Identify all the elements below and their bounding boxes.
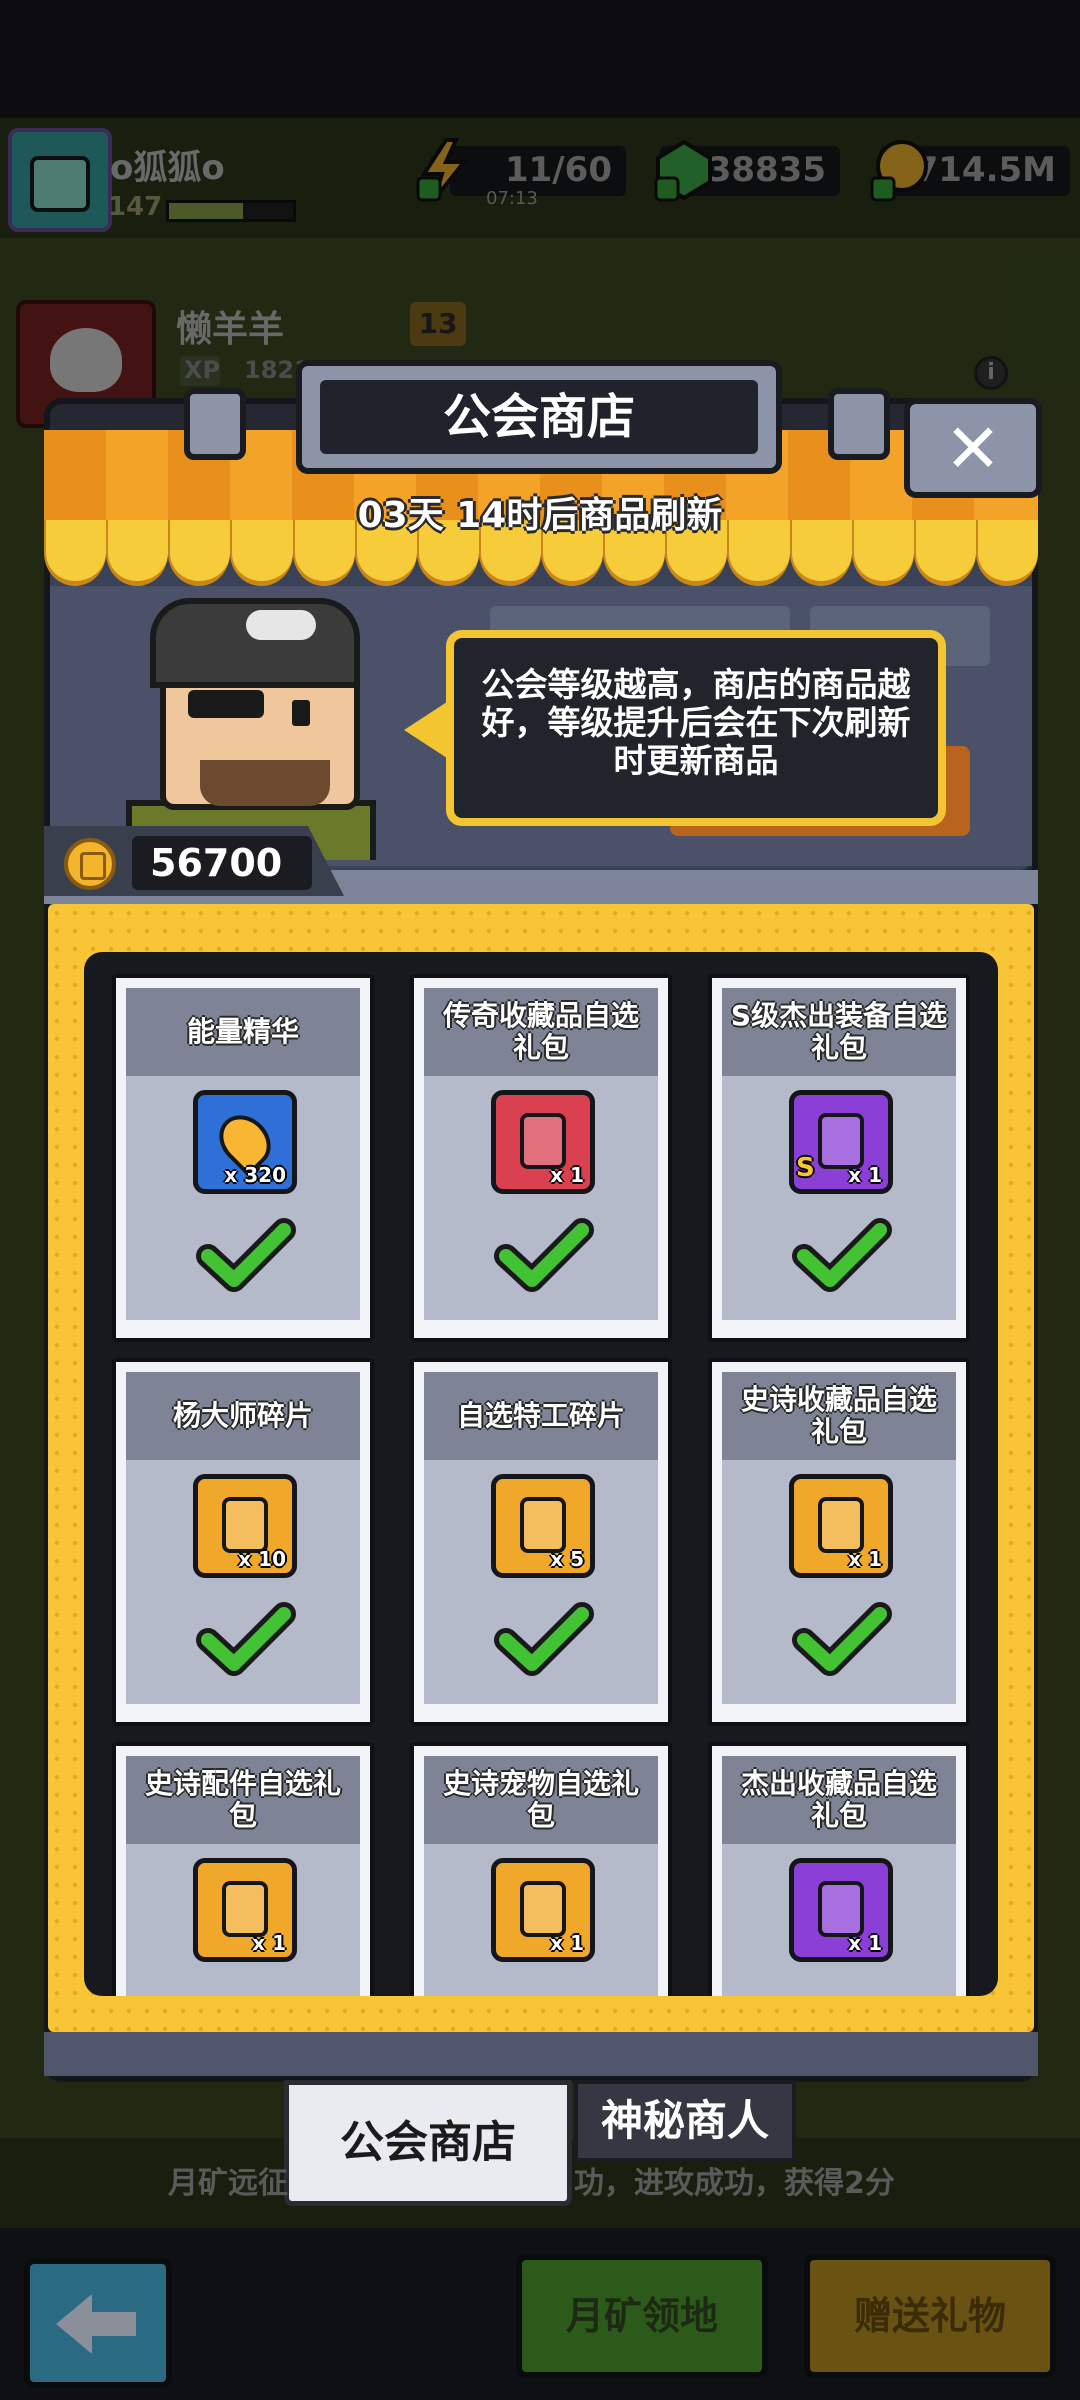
shop-item-card[interactable]: 杰出收藏品自选礼包 x 1 [708, 1742, 970, 1996]
gold-chest-icon: x 1 [789, 1474, 893, 1578]
purchased-check-icon [792, 1602, 892, 1676]
item-body: x 1 [126, 1844, 360, 1996]
item-name: 传奇收藏品自选礼包 [424, 988, 658, 1076]
shop-title-plate: 公会商店 [296, 360, 782, 474]
purchased-check-icon [196, 1602, 296, 1676]
sign-hook-left [184, 388, 246, 460]
status-bar-area [0, 0, 1080, 118]
item-name: 史诗配件自选礼包 [126, 1756, 360, 1844]
item-grid[interactable]: 能量精华 x 320 传奇收藏品自选礼包 x 1 S级杰出装备自选礼包 Sx 1 杨大师碎片… [84, 952, 998, 1996]
item-name: 史诗宠物自选礼包 [424, 1756, 658, 1844]
shop-title: 公会商店 [320, 380, 758, 454]
item-name: 杰出收藏品自选礼包 [722, 1756, 956, 1844]
npc-speech-bubble: 公会等级越高，商店的商品越好，等级提升后会在下次刷新时更新商品 [446, 630, 946, 826]
item-name: 自选特工碎片 [424, 1372, 658, 1460]
item-body: x 1 [424, 1076, 658, 1320]
item-name: S级杰出装备自选礼包 [722, 988, 956, 1076]
coin-balance: 56700 [132, 836, 312, 890]
item-quantity: x 320 [224, 1163, 286, 1187]
npc-hair [150, 598, 360, 688]
ticker-right: 功，进攻成功，获得2分 [574, 2166, 895, 2201]
item-quantity: x 1 [550, 1163, 584, 1187]
close-button[interactable]: ✕ [904, 398, 1042, 498]
purple-chest-icon: x 1 [789, 1858, 893, 1962]
gold-chest-icon: x 1 [491, 1858, 595, 1962]
npc-beard [200, 760, 330, 806]
shop-item-card[interactable]: 杨大师碎片 x 10 [112, 1358, 374, 1726]
moon-mine-button[interactable]: 月矿领地 [516, 2254, 768, 2378]
shop-item-card[interactable]: 史诗配件自选礼包 x 1 [112, 1742, 374, 1996]
item-quantity: x 10 [238, 1547, 286, 1571]
npc-eye [292, 700, 310, 726]
npc-message: 公会等级越高，商店的商品越好，等级提升后会在下次刷新时更新商品 [481, 665, 911, 780]
item-name: 杨大师碎片 [126, 1372, 360, 1460]
speech-bubble-tail [404, 700, 450, 760]
item-body: Sx 1 [722, 1076, 956, 1320]
gold-chest-icon: x 1 [193, 1858, 297, 1962]
event-ticker: 月矿远征 功，进攻成功，获得2分 [0, 2150, 1080, 2206]
item-quantity: x 5 [550, 1547, 584, 1571]
guild-coin-icon [64, 838, 116, 890]
panel-footer [44, 2032, 1038, 2076]
purple-chest-icon: Sx 1 [789, 1090, 893, 1194]
item-body: x 10 [126, 1460, 360, 1704]
item-name: 能量精华 [126, 988, 360, 1076]
refresh-countdown: 03天 14时后商品刷新 [357, 495, 723, 536]
shop-item-card[interactable]: 史诗收藏品自选礼包 x 1 [708, 1358, 970, 1726]
item-quantity: x 1 [848, 1163, 882, 1187]
item-quantity: x 1 [848, 1547, 882, 1571]
item-name: 史诗收藏品自选礼包 [722, 1372, 956, 1460]
item-body: x 1 [722, 1844, 956, 1996]
shop-item-card[interactable]: 传奇收藏品自选礼包 x 1 [410, 974, 672, 1342]
back-arrow-icon [56, 2294, 136, 2354]
energy-flame-icon: x 320 [193, 1090, 297, 1194]
shop-item-card[interactable]: S级杰出装备自选礼包 Sx 1 [708, 974, 970, 1342]
item-quantity: x 1 [252, 1931, 286, 1955]
item-body: x 1 [722, 1460, 956, 1704]
shop-item-card[interactable]: 自选特工碎片 x 5 [410, 1358, 672, 1726]
ticker-left: 月矿远征 [168, 2166, 288, 2201]
item-quantity: x 1 [550, 1931, 584, 1955]
item-body: x 1 [424, 1844, 658, 1996]
npc-eyepatch [188, 690, 264, 718]
close-icon: ✕ [944, 410, 1002, 489]
shop-item-card[interactable]: 能量精华 x 320 [112, 974, 374, 1342]
send-gift-button[interactable]: 赠送礼物 [804, 2254, 1056, 2378]
back-button[interactable] [24, 2258, 172, 2388]
item-body: x 5 [424, 1460, 658, 1704]
red-chest-icon: x 1 [491, 1090, 595, 1194]
purchased-check-icon [494, 1602, 594, 1676]
sign-hook-right [828, 388, 890, 460]
item-quantity: x 1 [848, 1931, 882, 1955]
purchased-check-icon [196, 1218, 296, 1292]
gold-chest-icon: x 5 [491, 1474, 595, 1578]
shop-item-card[interactable]: 史诗宠物自选礼包 x 1 [410, 1742, 672, 1996]
purchased-check-icon [792, 1218, 892, 1292]
purchased-check-icon [494, 1218, 594, 1292]
item-body: x 320 [126, 1076, 360, 1320]
agent-shard-icon: x 10 [193, 1474, 297, 1578]
